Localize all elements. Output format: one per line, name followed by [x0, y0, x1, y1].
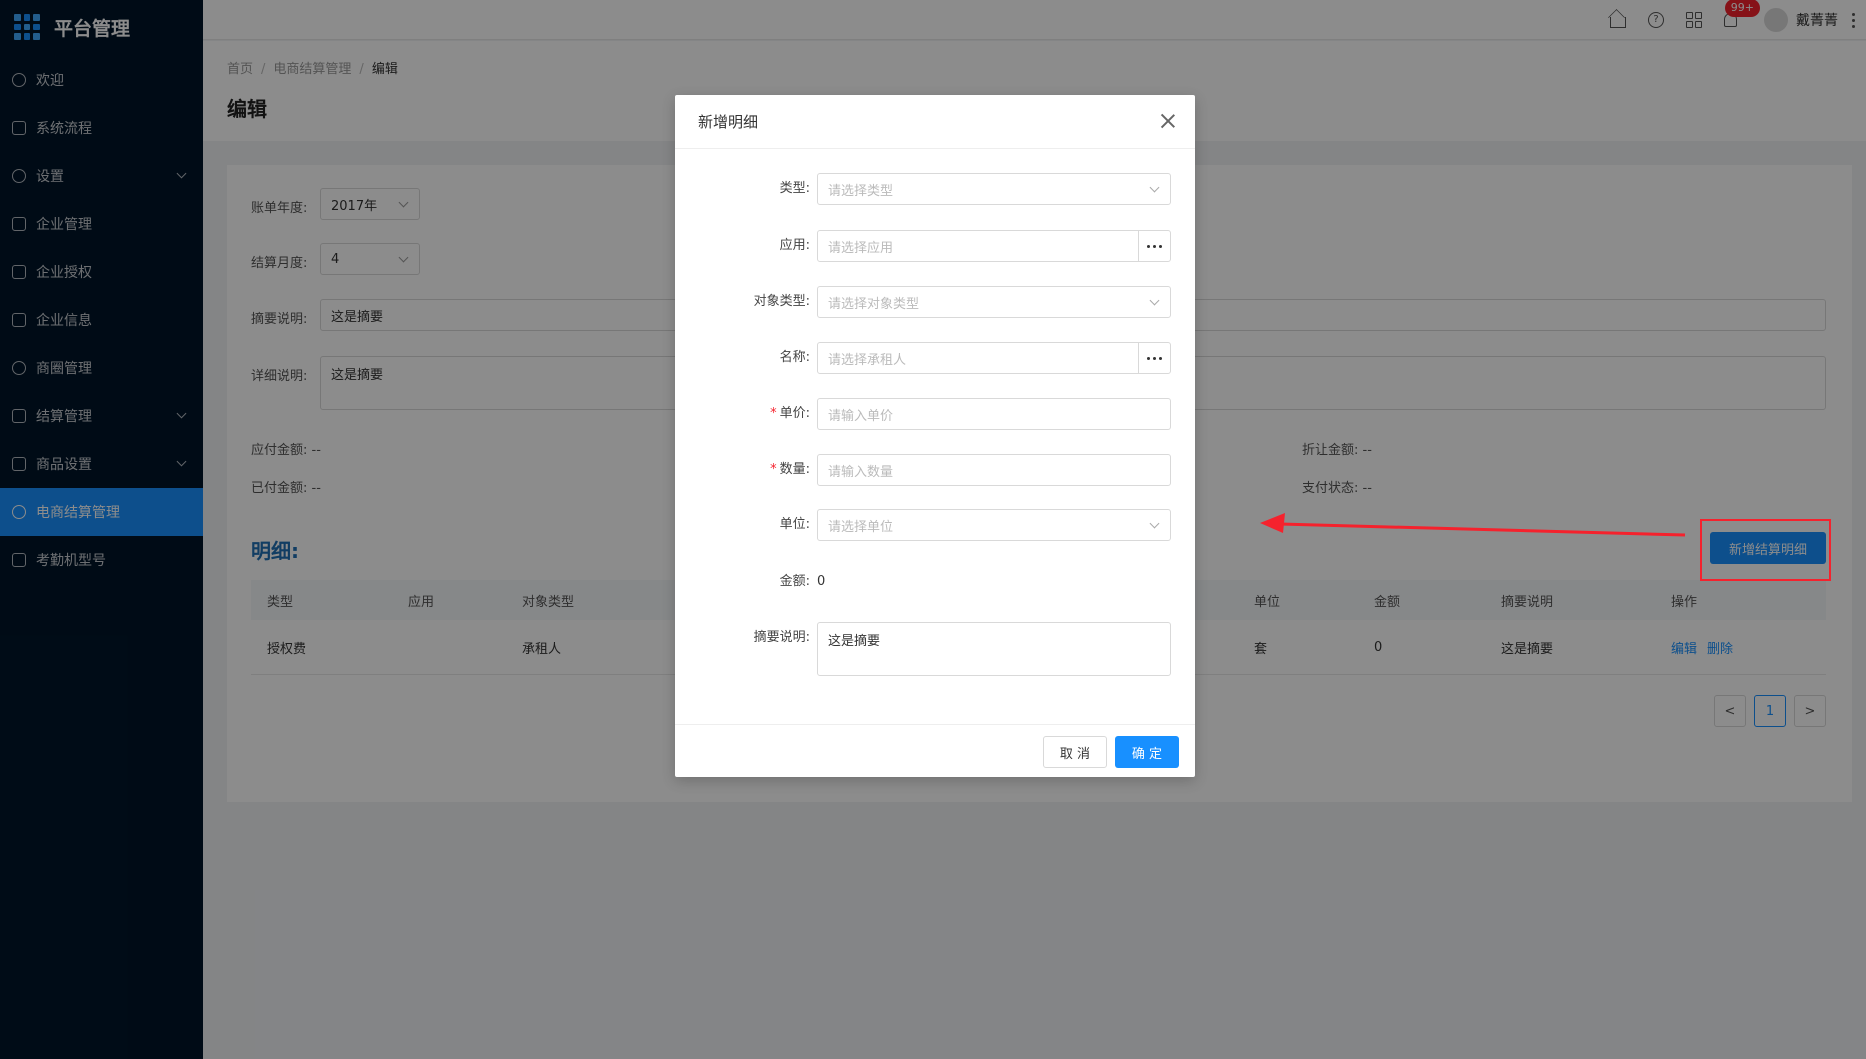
quantity-row: * 数量: 请输入数量: [675, 454, 1195, 486]
type-row: 类型: 请选择类型: [675, 173, 1195, 205]
name-row: 名称: 请选择承租人: [675, 342, 1195, 374]
amount-value: 0: [817, 574, 826, 589]
modal-footer: 取 消 确 定: [675, 724, 1195, 777]
cancel-button[interactable]: 取 消: [1043, 736, 1107, 768]
app-picker[interactable]: 请选择应用: [817, 230, 1171, 262]
quantity-label: * 数量:: [770, 462, 810, 477]
price-input[interactable]: 请输入单价: [817, 398, 1171, 430]
object-type-row: 对象类型: 请选择对象类型: [675, 286, 1195, 318]
object-type-select[interactable]: 请选择对象类型: [817, 286, 1171, 318]
price-row: * 单价: 请输入单价: [675, 398, 1195, 430]
object-type-label: 对象类型:: [753, 294, 810, 309]
modal-title: 新增明细: [698, 113, 759, 131]
type-select[interactable]: 请选择类型: [817, 173, 1171, 205]
quantity-input[interactable]: 请输入数量: [817, 454, 1171, 486]
chevron-down-icon: [1149, 295, 1160, 306]
app-row: 应用: 请选择应用: [675, 230, 1195, 262]
app-label: 应用:: [779, 238, 810, 253]
summary-row: 摘要说明: 这是摘要: [675, 622, 1195, 676]
unit-label: 单位:: [779, 517, 810, 532]
modal-summary-label: 摘要说明:: [753, 630, 810, 645]
modal-summary-textarea[interactable]: 这是摘要: [817, 622, 1171, 676]
unit-select[interactable]: 请选择单位: [817, 509, 1171, 541]
confirm-button[interactable]: 确 定: [1115, 736, 1179, 768]
unit-row: 单位: 请选择单位: [675, 509, 1195, 541]
ellipsis-icon[interactable]: [1138, 231, 1170, 261]
chevron-down-icon: [1149, 518, 1160, 529]
price-label: * 单价:: [770, 406, 810, 421]
chevron-down-icon: [1149, 182, 1160, 193]
amount-row: 金额: 0: [675, 566, 1195, 598]
name-picker[interactable]: 请选择承租人: [817, 342, 1171, 374]
type-label: 类型:: [779, 181, 810, 196]
modal-header: 新增明细: [675, 95, 1195, 149]
close-icon[interactable]: [1161, 114, 1175, 128]
add-detail-modal: 新增明细 类型: 请选择类型 应用: 请选择应用 对象类型: 请选择对象类型 名…: [675, 95, 1195, 777]
ellipsis-icon[interactable]: [1138, 343, 1170, 373]
amount-label: 金额:: [779, 574, 810, 589]
name-label: 名称:: [779, 350, 810, 365]
